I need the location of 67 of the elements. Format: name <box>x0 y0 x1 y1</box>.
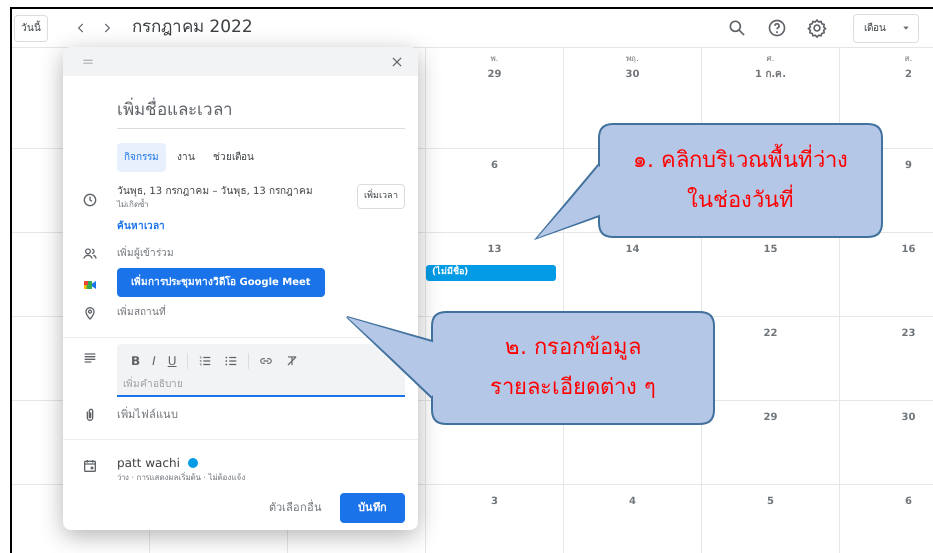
weekday-label: ส. <box>904 53 912 65</box>
date-number: 9 <box>905 159 912 173</box>
numbered-list-icon <box>198 354 212 368</box>
clear-format-icon <box>284 354 298 368</box>
clock-icon <box>82 192 98 208</box>
today-button[interactable]: วันนี้ <box>14 14 48 42</box>
weekday-label: ศ. <box>766 53 774 65</box>
weekday-label: พฤ. <box>626 53 639 65</box>
day-cell[interactable]: 3 <box>426 485 564 553</box>
event-type-tab[interactable]: กิจกรรม <box>117 142 166 172</box>
month-title: กรกฎาคม 2022 <box>132 16 253 40</box>
format-button[interactable]: U <box>162 352 182 370</box>
calendar-icon <box>82 458 98 474</box>
date-number: 15 <box>764 243 778 257</box>
event-type-tab[interactable]: ช่วยเตือน <box>206 142 261 172</box>
date-number: 5 <box>767 495 774 509</box>
location-field[interactable]: เพิ่มสถานที่ <box>117 304 405 320</box>
event-chip[interactable]: (ไม่มีชื่อ) <box>426 265 556 280</box>
recurrence-label[interactable]: ไม่เกิดซ้ำ <box>117 198 313 210</box>
more-options-button[interactable]: ตัวเลือกอื่น <box>267 498 324 518</box>
calendar-details: ว่าง · การแสดงผลเริ่มต้น · ไม่ต้องแจ้ง <box>117 472 246 484</box>
date-number: 29 <box>764 411 778 425</box>
guests-field[interactable]: เพิ่มผู้เข้าร่วม <box>117 246 405 260</box>
search-icon <box>727 18 747 38</box>
settings-button[interactable] <box>805 16 829 40</box>
callout-text: ในช่องวันที่ <box>687 180 794 220</box>
calendar-name: patt wachi <box>117 455 180 472</box>
callout-text: ๒. กรอกข้อมูล <box>505 334 641 362</box>
date-number: 6 <box>491 159 498 173</box>
add-time-button[interactable]: เพิ่มเวลา <box>357 184 405 209</box>
format-button[interactable]: I <box>146 352 162 370</box>
date-number: 3 <box>491 495 498 509</box>
date-number: 30 <box>626 68 640 82</box>
callout-text: รายละเอียดต่าง ๆ <box>490 374 656 402</box>
people-icon <box>82 246 98 262</box>
date-number: 30 <box>902 411 916 425</box>
date-number: 4 <box>629 495 636 509</box>
date-number: 16 <box>902 243 916 257</box>
date-number: 29 <box>488 68 502 82</box>
day-cell[interactable]: พ. 29 <box>426 48 564 149</box>
date-number: 14 <box>626 243 640 257</box>
bulleted-list-icon <box>224 354 238 368</box>
attachment-field[interactable]: เพิ่มไฟล์แนบ <box>117 406 405 423</box>
meet-button[interactable]: เพิ่มการประชุมทางวิดีโอ Google Meet <box>117 268 325 296</box>
date-number: 2 <box>905 68 912 82</box>
find-time-link[interactable]: ค้นหาเวลา <box>117 220 165 232</box>
description-field[interactable]: เพิ่มคำอธิบาย <box>117 374 405 396</box>
date-number: 6 <box>905 495 912 509</box>
date-number: 13 <box>488 243 502 257</box>
day-cell[interactable]: 5 <box>702 485 840 553</box>
save-button[interactable]: บันทึก <box>340 492 405 523</box>
day-cell[interactable]: 30 <box>840 401 933 485</box>
settings-icon <box>807 18 827 38</box>
date-number: 22 <box>764 327 778 341</box>
close-icon <box>390 54 404 68</box>
event-type-tab[interactable]: งาน <box>170 142 202 172</box>
day-cell[interactable]: 4 <box>564 485 702 553</box>
format-button[interactable]: B <box>125 352 146 370</box>
day-cell[interactable]: 23 <box>840 317 933 401</box>
day-cell[interactable]: 6 <box>840 485 933 553</box>
date-number: 23 <box>902 327 916 341</box>
date-range: วันพุธ, 13 กรกฎาคม – วันพุธ, 13 กรกฎาคม <box>117 184 313 198</box>
weekday-label: พ. <box>490 53 498 65</box>
help-icon <box>767 18 787 38</box>
caret-icon <box>902 24 910 32</box>
date-number: 1 ก.ค. <box>754 68 786 82</box>
view-dropdown[interactable]: เดือน <box>853 14 919 42</box>
